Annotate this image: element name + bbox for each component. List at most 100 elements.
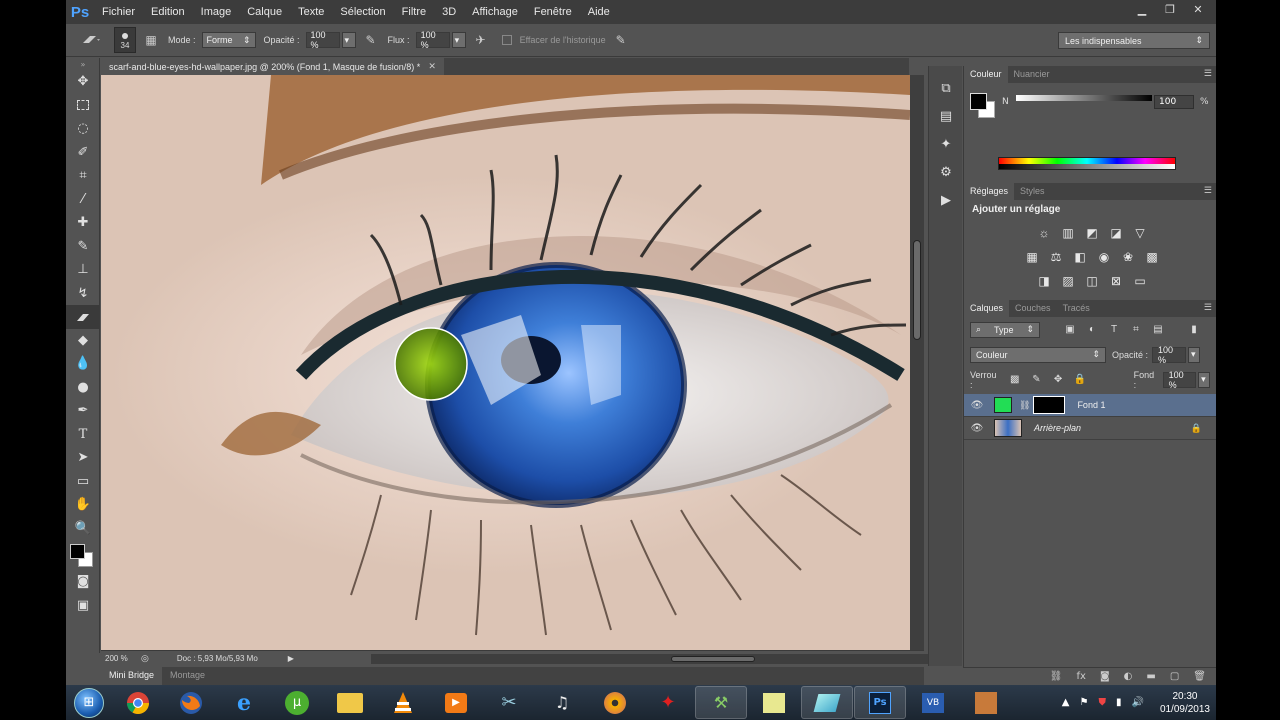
photoshop-taskbar-icon[interactable]: Ps bbox=[854, 686, 906, 719]
flow-dropdown[interactable]: ▾ bbox=[451, 32, 466, 48]
invert-icon[interactable]: ◨ bbox=[1033, 270, 1055, 292]
show-hidden-icons-icon[interactable]: ▲ bbox=[1062, 697, 1070, 708]
posterize-icon[interactable]: ▨ bbox=[1057, 270, 1079, 292]
threshold-icon[interactable]: ◫ bbox=[1081, 270, 1103, 292]
quick-mask-icon[interactable]: ◙ bbox=[66, 570, 100, 594]
utorrent-taskbar-icon[interactable]: µ bbox=[271, 686, 323, 719]
restore-button[interactable]: ❐ bbox=[1156, 0, 1184, 18]
filter-pixel-icon[interactable]: ▣ bbox=[1062, 322, 1078, 338]
ie-taskbar-icon[interactable]: e bbox=[218, 686, 270, 719]
vibrance-icon[interactable]: ▽ bbox=[1129, 222, 1151, 244]
layer-row-arriere-plan[interactable]: 👁 Arrière-plan 🔒 bbox=[964, 417, 1216, 440]
piano-taskbar-icon[interactable]: ♫ bbox=[536, 686, 588, 719]
brush-panel-toggle-icon[interactable]: ▦ bbox=[142, 31, 160, 49]
pressure-size-icon[interactable]: ✎ bbox=[612, 31, 630, 49]
pressure-opacity-icon[interactable]: ✎ bbox=[362, 31, 380, 49]
filter-adjust-icon[interactable]: ◐ bbox=[1084, 322, 1100, 338]
flow-field[interactable]: 100 % bbox=[415, 30, 450, 50]
horizontal-scrollbar[interactable] bbox=[371, 654, 941, 664]
horizontal-scroll-thumb[interactable] bbox=[671, 656, 755, 662]
levels-icon[interactable]: ▥ bbox=[1057, 222, 1079, 244]
brightness-icon[interactable]: ☼ bbox=[1033, 222, 1055, 244]
status-menu-arrow-icon[interactable]: ▶ bbox=[288, 654, 294, 663]
lock-image-icon[interactable]: ✎ bbox=[1029, 372, 1045, 388]
tool-presets-panel-icon[interactable]: ⚙ bbox=[929, 158, 963, 186]
foreground-color-swatch[interactable] bbox=[70, 544, 85, 559]
link-layers-icon[interactable]: ⛓ bbox=[1050, 671, 1063, 682]
tab-couches[interactable]: Couches bbox=[1009, 300, 1057, 317]
brush-presets-panel-icon[interactable]: ✦ bbox=[929, 130, 963, 158]
workspace-select[interactable]: Les indispensables ⇕ bbox=[1058, 32, 1210, 49]
running-app-taskbar-icon[interactable]: ⚒ bbox=[695, 686, 747, 719]
layer-row-fond-1[interactable]: 👁 ⛓ Fond 1 bbox=[964, 394, 1216, 417]
layer-name[interactable]: Arrière-plan bbox=[1034, 423, 1081, 433]
color-swatches[interactable] bbox=[66, 540, 100, 570]
layer-filter-select[interactable]: ⌕ Type ⇕ bbox=[970, 321, 1040, 338]
menu-fichier[interactable]: Fichier bbox=[94, 6, 143, 18]
quick-selection-tool-icon[interactable]: ✐ bbox=[66, 141, 100, 165]
blend-mode-select[interactable]: Couleur ⇕ bbox=[970, 346, 1106, 363]
tools-collapse-handle[interactable]: » bbox=[66, 58, 100, 70]
brush-size-picker[interactable]: 34 bbox=[114, 27, 136, 53]
burn-taskbar-icon[interactable] bbox=[589, 686, 641, 719]
panel-menu-icon[interactable]: ☰ bbox=[1204, 68, 1212, 79]
hand-tool-icon[interactable]: ✋ bbox=[66, 493, 100, 517]
shape-tool-icon[interactable]: ▭ bbox=[66, 470, 100, 494]
screen-mode-icon[interactable]: ▣ bbox=[66, 594, 100, 618]
filter-shape-icon[interactable]: ⌗ bbox=[1128, 322, 1144, 338]
layer-style-icon[interactable]: fx bbox=[1077, 671, 1086, 682]
opacity-field[interactable]: 100 % bbox=[305, 30, 340, 50]
status-info-icon[interactable]: ◎ bbox=[141, 653, 149, 664]
tab-reglages[interactable]: Réglages bbox=[964, 183, 1015, 200]
color-lookup-icon[interactable]: ▩ bbox=[1141, 246, 1163, 268]
mode-select[interactable]: Forme ⇕ bbox=[201, 32, 256, 48]
filter-type-icon[interactable]: T bbox=[1106, 322, 1122, 338]
eye-icon[interactable]: 👁 bbox=[964, 400, 990, 411]
actions-play-icon[interactable]: ▶ bbox=[929, 186, 963, 214]
fill-field[interactable]: 100 % bbox=[1162, 370, 1197, 390]
crop-tool-icon[interactable]: ⌗ bbox=[66, 164, 100, 188]
close-button[interactable]: ✕ bbox=[1184, 0, 1212, 18]
trash-icon[interactable]: 🗑 bbox=[1193, 671, 1206, 682]
layer-name[interactable]: Fond 1 bbox=[1077, 400, 1105, 410]
window-taskbar-icon[interactable] bbox=[801, 686, 853, 719]
layer-opacity-dropdown[interactable]: ▾ bbox=[1188, 346, 1201, 363]
vlc-taskbar-icon[interactable] bbox=[377, 686, 429, 719]
lock-transparency-icon[interactable]: ▩ bbox=[1007, 372, 1023, 388]
gradient-map-icon[interactable]: ▭ bbox=[1129, 270, 1151, 292]
game-taskbar-icon[interactable]: ✦ bbox=[642, 686, 694, 719]
healing-brush-tool-icon[interactable]: ✚ bbox=[66, 211, 100, 235]
tool-preset-picker[interactable] bbox=[76, 28, 106, 52]
panel-foreground-swatch[interactable] bbox=[970, 93, 987, 110]
new-group-icon[interactable]: ▬ bbox=[1146, 671, 1155, 682]
menu-texte[interactable]: Texte bbox=[290, 6, 332, 18]
properties-panel-icon[interactable]: ▤ bbox=[929, 102, 963, 130]
tab-mini-bridge[interactable]: Mini Bridge bbox=[101, 667, 163, 685]
vertical-scroll-thumb[interactable] bbox=[913, 240, 921, 340]
tab-traces[interactable]: Tracés bbox=[1057, 300, 1096, 317]
chrome-taskbar-icon[interactable] bbox=[112, 686, 164, 719]
filter-smart-icon[interactable]: ▤ bbox=[1150, 322, 1166, 338]
menu-edition[interactable]: Edition bbox=[143, 6, 193, 18]
security-icon[interactable]: ⛊ bbox=[1098, 697, 1106, 708]
flag-icon[interactable]: ⚑ bbox=[1080, 697, 1089, 708]
photo-filter-icon[interactable]: ◉ bbox=[1093, 246, 1115, 268]
volume-icon[interactable]: 🔊 bbox=[1131, 697, 1143, 708]
eye-icon[interactable]: 👁 bbox=[964, 423, 990, 434]
tab-calques[interactable]: Calques bbox=[964, 300, 1010, 317]
blur-tool-icon[interactable]: 💧 bbox=[66, 352, 100, 376]
color-balance-icon[interactable]: ⚖ bbox=[1045, 246, 1067, 268]
tab-nuancier[interactable]: Nuancier bbox=[1008, 66, 1056, 83]
minimize-button[interactable]: ▁ bbox=[1128, 0, 1156, 18]
menu-aide[interactable]: Aide bbox=[580, 6, 618, 18]
eyedropper-tool-icon[interactable]: ⁄ bbox=[66, 188, 100, 212]
black-white-icon[interactable]: ◧ bbox=[1069, 246, 1091, 268]
history-panel-icon[interactable]: ⧉ bbox=[929, 74, 963, 102]
type-tool-icon[interactable]: T bbox=[66, 423, 100, 447]
link-icon[interactable]: ⛓ bbox=[1019, 400, 1030, 411]
airbrush-icon[interactable]: ✈ bbox=[472, 31, 490, 49]
path-selection-tool-icon[interactable]: ➤ bbox=[66, 446, 100, 470]
gray-value-field[interactable]: 100 bbox=[1154, 95, 1194, 109]
lock-all-icon[interactable]: 🔒 bbox=[1072, 372, 1088, 388]
history-brush-tool-icon[interactable]: ↯ bbox=[66, 282, 100, 306]
